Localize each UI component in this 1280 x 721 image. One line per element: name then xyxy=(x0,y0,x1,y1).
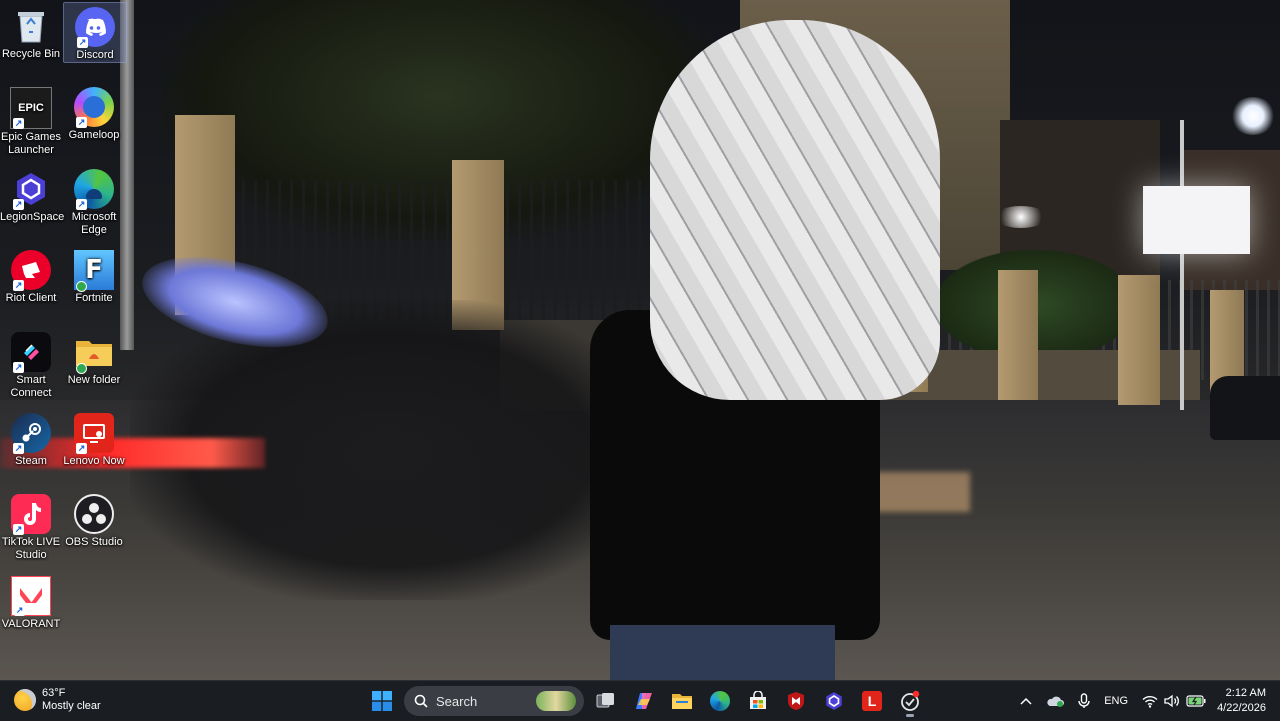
desktop-icon-label: Epic Games Launcher xyxy=(1,131,61,156)
speaker-icon xyxy=(1164,694,1179,708)
desktop-icon-label: Riot Client xyxy=(5,292,57,304)
lenovo-l-icon: L xyxy=(862,691,882,711)
task-view-icon xyxy=(596,693,614,708)
desktop-icon-new-folder[interactable]: New folder xyxy=(63,328,125,387)
system-tray: ENG 2:12 AM 4/22/2026 xyxy=(1013,681,1280,721)
cloud-icon xyxy=(1047,696,1065,707)
tiktok-live-icon: ↗ xyxy=(11,494,51,535)
desktop-wallpaper xyxy=(0,0,1280,680)
legion-space-icon xyxy=(826,692,842,710)
desktop-icon-label: Gameloop xyxy=(68,129,120,141)
desktop-icon-valorant[interactable]: ↗ VALORANT xyxy=(0,572,62,631)
taskbar-mcafee[interactable] xyxy=(780,685,812,717)
chevron-up-icon xyxy=(1020,697,1032,705)
desktop-icon-riot-client[interactable]: ↗ Riot Client xyxy=(0,246,62,305)
epic-games-icon: EPIC ↗ xyxy=(10,87,52,129)
desktop-icon-recycle-bin[interactable]: Recycle Bin xyxy=(0,2,62,61)
lenovo-now-icon: ↗ xyxy=(74,413,114,454)
smart-connect-icon: ↗ xyxy=(11,332,51,373)
desktop-icon-label: Recycle Bin xyxy=(1,48,61,60)
taskbar-lenovo-vantage[interactable]: L xyxy=(856,685,888,717)
taskbar-file-explorer[interactable] xyxy=(666,685,698,717)
desktop-icon-label: Fortnite xyxy=(75,292,113,304)
taskbar: 63°F Mostly clear Search L ENG 2:12 AM 4… xyxy=(0,680,1280,721)
desktop-icon-microsoft-edge[interactable]: ↗ Microsoft Edge xyxy=(63,165,125,237)
weather-moon-icon xyxy=(14,689,36,711)
desktop-icon-label: Smart Connect xyxy=(10,374,52,399)
desktop-icon-epic-games[interactable]: EPIC ↗ Epic Games Launcher xyxy=(0,83,62,157)
tray-network[interactable] xyxy=(1135,681,1161,721)
fortnite-icon: F xyxy=(74,250,114,292)
taskbar-search[interactable]: Search xyxy=(404,686,584,716)
folder-icon xyxy=(74,332,114,374)
clock-date: 4/22/2026 xyxy=(1217,702,1266,714)
clock-time: 2:12 AM xyxy=(1225,687,1266,699)
tray-microphone[interactable] xyxy=(1071,681,1097,721)
tray-language[interactable]: ENG xyxy=(1097,681,1135,721)
desktop-icon-smart-connect[interactable]: ↗ Smart Connect xyxy=(0,328,62,400)
taskbar-center: Search L xyxy=(366,685,926,717)
desktop-icon-label: LegionSpace xyxy=(0,211,65,223)
desktop-icon-obs-studio[interactable]: OBS Studio xyxy=(63,490,125,549)
search-label: Search xyxy=(436,693,478,709)
gameloop-icon: ↗ xyxy=(74,87,114,128)
mcafee-icon xyxy=(788,692,804,710)
file-explorer-icon xyxy=(672,694,692,709)
desktop-icon-tiktok-live-studio[interactable]: ↗ TikTok LIVE Studio xyxy=(0,490,62,562)
desktop-icon-label: New folder xyxy=(67,374,121,386)
riot-client-icon: ↗ xyxy=(11,250,51,291)
taskbar-copilot[interactable] xyxy=(628,685,660,717)
weather-widget[interactable]: 63°F Mostly clear xyxy=(14,687,101,713)
desktop-icon-label: TikTok LIVE Studio xyxy=(1,536,61,561)
desktop-icon-legion-space[interactable]: ↗ LegionSpace xyxy=(0,165,65,224)
tray-overflow-button[interactable] xyxy=(1013,681,1039,721)
desktop-icon-label: OBS Studio xyxy=(65,536,123,548)
valorant-icon: ↗ xyxy=(11,576,51,616)
desktop-icon-label: Microsoft Edge xyxy=(71,211,117,236)
desktop-icon-label: VALORANT xyxy=(1,618,61,630)
taskbar-task-view[interactable] xyxy=(590,685,622,717)
windows-logo-icon xyxy=(372,691,392,711)
edge-icon: ↗ xyxy=(74,169,114,210)
start-button[interactable] xyxy=(366,685,398,717)
taskbar-edge[interactable] xyxy=(704,685,736,717)
legion-space-icon: ↗ xyxy=(11,169,51,210)
desktop-icon-label: Discord xyxy=(76,49,114,61)
battery-charging-icon xyxy=(1186,695,1206,707)
wifi-icon xyxy=(1142,695,1158,708)
copilot-icon xyxy=(636,693,652,709)
tray-onedrive[interactable] xyxy=(1039,681,1071,721)
desktop-icon-fortnite[interactable]: F Fortnite xyxy=(63,246,125,305)
desktop-icon-lenovo-now[interactable]: ↗ Lenovo Now xyxy=(63,409,125,468)
search-icon xyxy=(414,694,428,708)
desktop-icon-discord[interactable]: ↗ Discord xyxy=(63,2,127,63)
search-highlight-image xyxy=(536,691,576,711)
tray-battery[interactable] xyxy=(1183,681,1209,721)
steam-icon: ↗ xyxy=(11,413,51,454)
discord-icon: ↗ xyxy=(75,7,115,48)
taskbar-microsoft-store[interactable] xyxy=(742,685,774,717)
tray-volume[interactable] xyxy=(1161,681,1183,721)
desktop-icon-gameloop[interactable]: ↗ Gameloop xyxy=(63,83,125,142)
taskbar-legion-space[interactable] xyxy=(818,685,850,717)
desktop-icon-label: Lenovo Now xyxy=(63,455,125,467)
record-icon xyxy=(901,690,920,711)
recycle-bin-icon xyxy=(11,6,51,46)
weather-temperature: 63°F xyxy=(42,687,66,699)
taskbar-recording-app[interactable] xyxy=(894,685,926,717)
taskbar-clock[interactable]: 2:12 AM 4/22/2026 xyxy=(1209,686,1280,716)
edge-icon xyxy=(710,691,730,711)
desktop-icon-steam[interactable]: ↗ Steam xyxy=(0,409,62,468)
obs-studio-icon xyxy=(74,494,114,534)
store-icon xyxy=(750,691,766,709)
weather-condition: Mostly clear xyxy=(42,700,101,712)
desktop-icon-label: Steam xyxy=(15,455,47,467)
microphone-icon xyxy=(1078,693,1090,708)
